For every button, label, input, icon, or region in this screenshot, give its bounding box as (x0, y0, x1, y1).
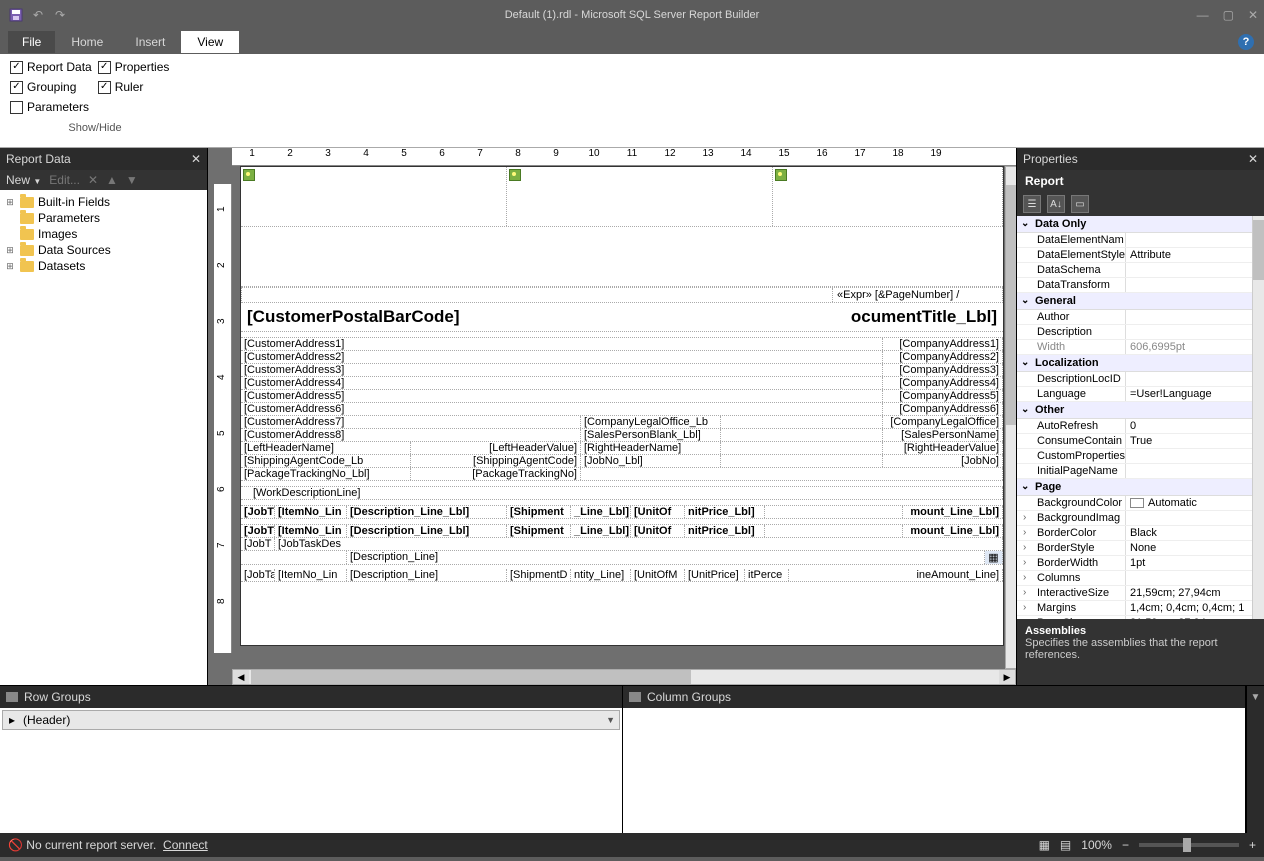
reportdata-new[interactable]: New ▼ (6, 173, 41, 187)
window-title: Default (1).rdl - Microsoft SQL Server R… (505, 9, 760, 21)
reportdata-edit: Edit... (49, 173, 80, 187)
tree-item: ⊞Data Sources (2, 242, 205, 258)
ribbon-tabs: File Home Insert View ? (0, 30, 1264, 54)
properties-grid[interactable]: Data Only DataElementNam DataElementStyl… (1017, 216, 1264, 619)
folder-icon (20, 245, 34, 256)
undo-icon[interactable]: ↶ (30, 7, 46, 23)
grid-icon (629, 692, 641, 702)
panel-properties: Properties ✕ Report ☰ A↓ ▭ Data Only Data… (1016, 148, 1264, 685)
titlebar: ↶ ↷ Default (1).rdl - Microsoft SQL Serv… (0, 0, 1264, 30)
tab-insert[interactable]: Insert (119, 31, 181, 53)
ruler-horizontal: 12345678910111213141516171819 (232, 148, 1016, 166)
minimize-icon[interactable]: — (1197, 8, 1209, 22)
ribbon-group-label: Show/Hide (10, 122, 180, 134)
properties-object[interactable]: Report (1017, 170, 1264, 192)
chk-parameters[interactable]: Parameters (10, 100, 92, 114)
tab-home[interactable]: Home (55, 31, 119, 53)
chk-properties[interactable]: ✓Properties (98, 60, 170, 74)
column-groups-title: Column Groups (647, 690, 731, 704)
ribbon-view: ✓Report Data ✓Grouping Parameters ✓Prope… (0, 54, 1264, 148)
image-placeholder-icon[interactable] (509, 169, 521, 181)
close-icon[interactable]: ✕ (1248, 8, 1258, 22)
reportdata-delete-icon: ✕ (88, 173, 98, 187)
panel-reportdata: Report Data ✕ New ▼ Edit... ✕ ▲ ▼ ⊞Built… (0, 148, 208, 685)
connect-link[interactable]: Connect (163, 838, 208, 852)
chevron-down-icon[interactable]: ▼ (606, 715, 615, 725)
reportdata-tree[interactable]: ⊞Built-in Fields Parameters Images ⊞Data… (0, 190, 207, 685)
design-surface: 12345678910111213141516171819 123456789 … (208, 148, 1016, 685)
tree-item: Parameters (2, 210, 205, 226)
expr-cell[interactable]: «Expr» [&PageNumber] / (832, 288, 1002, 302)
save-icon[interactable] (8, 7, 24, 23)
grid-icon (6, 692, 18, 702)
chk-reportdata[interactable]: ✓Report Data (10, 60, 92, 74)
maximize-icon[interactable]: ▢ (1223, 8, 1234, 22)
folder-icon (20, 261, 34, 272)
zoom-slider[interactable] (1139, 843, 1239, 847)
props-categorized-icon[interactable]: ☰ (1023, 195, 1041, 213)
folder-icon (20, 229, 34, 240)
scrollbar-horizontal[interactable]: ◀▶ (232, 669, 1016, 685)
tab-file[interactable]: File (8, 31, 55, 53)
tab-view[interactable]: View (181, 31, 239, 53)
redo-icon[interactable]: ↷ (52, 7, 68, 23)
zoom-in-icon[interactable]: + (1249, 838, 1256, 852)
title-left[interactable]: [CustomerPostalBarCode] (247, 307, 851, 327)
server-status-icon: 🚫 (8, 838, 23, 852)
chk-grouping[interactable]: ✓Grouping (10, 80, 92, 94)
image-placeholder-icon[interactable] (775, 169, 787, 181)
reportdata-title: Report Data (6, 152, 71, 166)
groups-panel: Row Groups ▸(Header)▼ Column Groups ▼ (0, 685, 1264, 833)
chk-ruler[interactable]: ✓Ruler (98, 80, 170, 94)
design-view-icon[interactable]: ▦ (1039, 838, 1050, 852)
properties-help: Assemblies Specifies the assemblies that… (1017, 619, 1264, 685)
reportdata-close-icon[interactable]: ✕ (191, 152, 201, 166)
status-text: No current report server. (26, 838, 156, 852)
ruler-vertical: 123456789 (214, 184, 232, 653)
groups-menu-icon[interactable]: ▼ (1246, 686, 1264, 833)
preview-icon[interactable]: ▤ (1060, 838, 1071, 852)
tree-item: ⊞Datasets (2, 258, 205, 274)
properties-close-icon[interactable]: ✕ (1248, 152, 1258, 166)
reportdata-down-icon: ▼ (126, 173, 138, 187)
reportdata-up-icon: ▲ (106, 173, 118, 187)
report-body[interactable]: «Expr» [&PageNumber] / [CustomerPostalBa… (240, 166, 1004, 646)
status-bar: 🚫 No current report server. Connect ▦ ▤ … (0, 833, 1264, 857)
image-placeholder-icon[interactable] (243, 169, 255, 181)
props-alpha-icon[interactable]: A↓ (1047, 195, 1065, 213)
folder-icon (20, 213, 34, 224)
zoom-level: 100% (1081, 838, 1112, 852)
help-icon[interactable]: ? (1238, 34, 1254, 50)
row-groups-title: Row Groups (24, 690, 91, 704)
properties-title: Properties (1023, 152, 1078, 166)
props-pages-icon[interactable]: ▭ (1071, 195, 1089, 213)
tree-item: ⊞Built-in Fields (2, 194, 205, 210)
folder-icon (20, 197, 34, 208)
zoom-out-icon[interactable]: − (1122, 838, 1129, 852)
row-group-item[interactable]: ▸(Header)▼ (2, 710, 620, 730)
tree-item: Images (2, 226, 205, 242)
properties-scrollbar[interactable] (1252, 216, 1264, 619)
scrollbar-vertical[interactable] (1005, 166, 1016, 669)
title-right[interactable]: ocumentTitle_Lbl] (851, 307, 997, 327)
